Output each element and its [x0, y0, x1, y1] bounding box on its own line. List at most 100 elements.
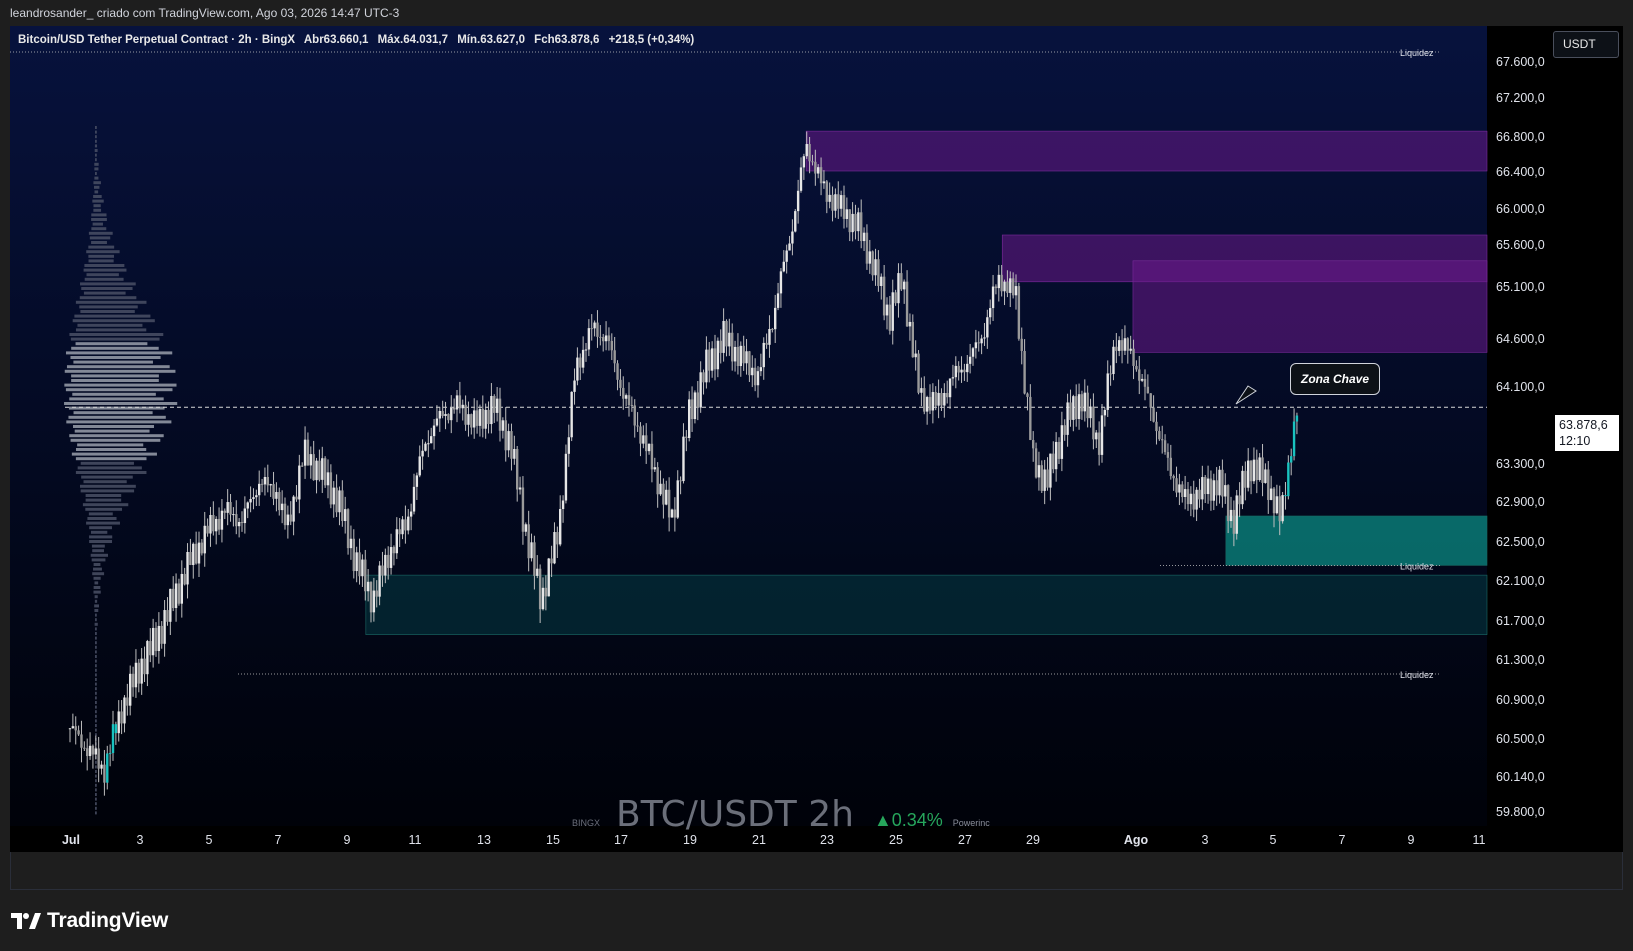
volume-profile-bar	[80, 310, 135, 313]
candle-body	[1140, 378, 1144, 381]
candle-body	[1198, 489, 1201, 500]
candle-body	[599, 336, 602, 338]
candle-body	[1014, 286, 1018, 296]
candle-body	[1057, 441, 1061, 459]
watermark-exchange: BINGX	[572, 818, 601, 828]
price-chart[interactable]: 67.600,0 67.200,0 66.800,0 66.400,0 66.000,0…	[10, 26, 1623, 890]
candle-body	[765, 342, 768, 345]
candle-body	[240, 522, 244, 524]
candle-body	[642, 435, 645, 444]
candle-body	[1204, 477, 1207, 495]
candle-body	[581, 349, 585, 368]
candle-body	[1178, 484, 1181, 493]
ohlc-change: +218,5 (+0,34%)	[608, 34, 695, 46]
candle-body	[1092, 406, 1095, 440]
candle-body	[831, 194, 834, 211]
candle-body	[521, 487, 525, 532]
volume-profile-bar	[93, 195, 102, 198]
candle-body	[756, 371, 760, 386]
candle-body	[1049, 453, 1052, 488]
volume-profile-bar	[69, 434, 164, 438]
candle-body	[226, 502, 229, 513]
y-tick-label: 66.000,0	[1496, 202, 1545, 216]
volume-profile-bar	[69, 333, 164, 336]
tradingview-logo[interactable]: TradingView	[11, 909, 168, 933]
candle-body	[186, 551, 189, 585]
candle-body	[1086, 392, 1089, 419]
candle-body	[1103, 409, 1107, 416]
volume-profile-bar	[94, 176, 99, 180]
candle-body	[1132, 348, 1135, 366]
candle-body	[667, 489, 671, 518]
candle-body	[888, 304, 892, 331]
candle-body	[504, 420, 507, 451]
volume-profile-bar	[95, 664, 97, 668]
currency-button[interactable]: USDT	[1553, 31, 1619, 58]
x-tick-label: 25	[889, 833, 903, 847]
demand-zone	[1225, 515, 1488, 566]
candle-body	[1175, 478, 1178, 493]
volume-profile-bar	[74, 314, 151, 318]
candle-body	[258, 483, 261, 496]
volume-profile-bar	[94, 130, 97, 134]
candle-body	[1163, 440, 1167, 453]
candle-body	[209, 514, 212, 534]
candle-body	[708, 349, 711, 371]
candle-body	[587, 328, 591, 350]
y-tick-label: 64.100,0	[1496, 380, 1545, 394]
symbol-title[interactable]: Bitcoin/USD Tether Perpetual Contract · …	[18, 34, 295, 46]
volume-profile-bar	[65, 388, 173, 392]
volume-profile-bar	[84, 277, 124, 281]
candle-body	[1129, 348, 1132, 351]
volume-profile-bar	[95, 806, 97, 810]
candle-body	[817, 167, 820, 174]
volume-profile-bar	[95, 691, 97, 695]
candle-body	[1152, 407, 1155, 422]
candle-body	[384, 554, 387, 576]
candle-body	[596, 322, 599, 337]
candle-body	[232, 514, 235, 516]
candle-body	[805, 144, 808, 157]
candle-body	[874, 259, 877, 276]
candle-body	[1241, 470, 1244, 505]
volume-profile-bar	[90, 530, 108, 534]
candle-body	[774, 307, 777, 330]
candle-body	[134, 662, 138, 688]
candle-body	[126, 697, 129, 706]
candle-body	[739, 345, 742, 367]
candle-body	[579, 357, 582, 368]
zona-chave-callout[interactable]: Zona Chave	[1290, 363, 1380, 395]
candle-body	[1290, 456, 1293, 463]
candle-body	[647, 443, 651, 452]
candle-body	[1269, 488, 1273, 500]
candle-body	[243, 508, 247, 524]
candle-body	[415, 475, 419, 487]
candle-body	[559, 509, 562, 545]
candle-body	[604, 335, 608, 342]
candle-body	[794, 211, 797, 232]
liquidity-label: Liquidez	[1400, 670, 1434, 680]
candle-body	[1089, 406, 1092, 419]
volume-profile-bar	[88, 245, 115, 249]
watermark-symbol: BTC/USDT 2h	[616, 794, 854, 835]
candle-body	[510, 431, 513, 459]
candle-body	[280, 503, 284, 511]
candle-body	[779, 271, 783, 294]
candle-body	[458, 395, 462, 409]
candle-body	[923, 388, 926, 412]
candle-body	[725, 320, 728, 347]
candle-body	[473, 410, 476, 428]
candle-body	[361, 559, 364, 577]
candle-body	[421, 450, 424, 457]
candle-body	[1224, 485, 1227, 497]
candle-body	[561, 500, 565, 510]
candle-body	[1029, 396, 1032, 440]
candle-body	[495, 398, 499, 413]
x-tick-label: Ago	[1124, 833, 1149, 847]
candle-body	[252, 497, 255, 500]
candle-body	[1146, 386, 1150, 394]
y-tick-label: 60.140,0	[1496, 770, 1545, 784]
x-tick-label: 7	[1339, 833, 1346, 847]
candle-body	[1052, 453, 1055, 470]
candle-body	[696, 392, 699, 408]
